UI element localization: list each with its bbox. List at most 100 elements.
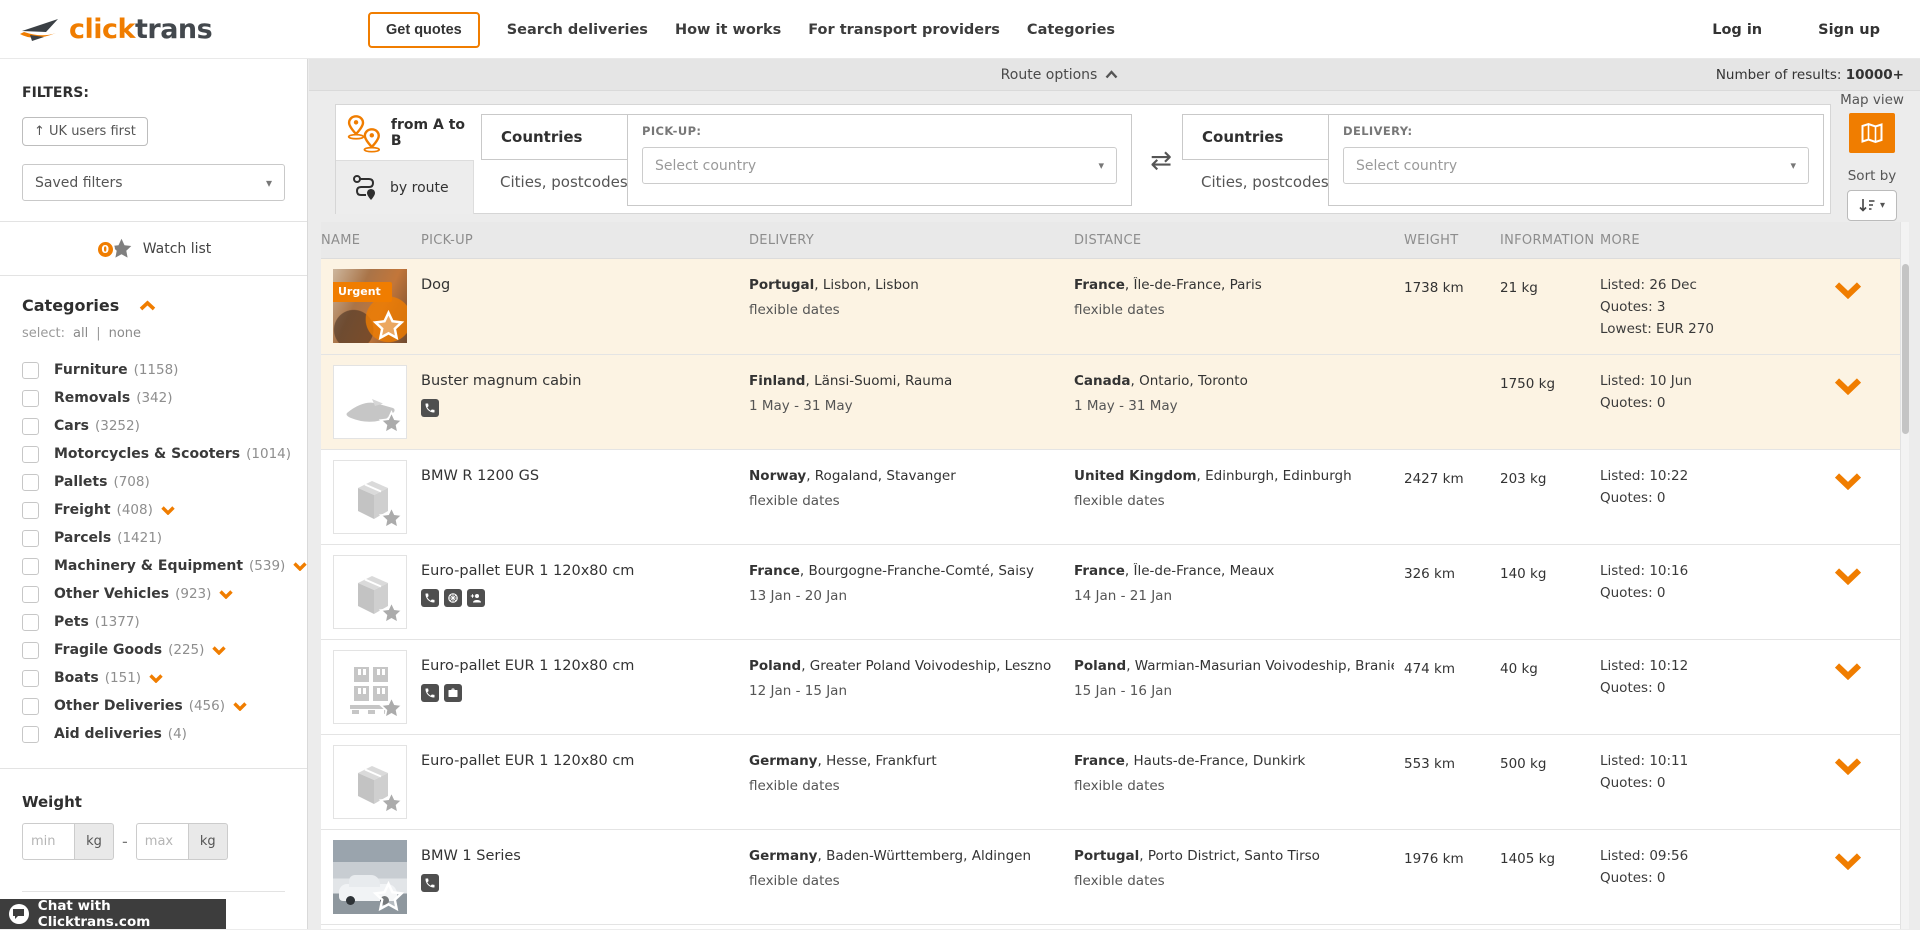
checkbox[interactable] xyxy=(22,390,39,407)
pickup-dates: 1 May - 31 May xyxy=(749,398,1064,414)
pickup-location: Finland, Länsi-Suomi, Rauma xyxy=(749,373,1064,389)
table-row[interactable]: Euro-pallet EUR 1 120x80 cmGermany, Hess… xyxy=(321,734,1900,829)
table-row[interactable]: Euro-pallet EUR 1 120x80 cmFrance, Bourg… xyxy=(321,544,1900,639)
checkbox[interactable] xyxy=(22,670,39,687)
select-all-link[interactable]: all xyxy=(73,326,88,341)
nav-how-it-works[interactable]: How it works xyxy=(675,22,781,38)
checkbox[interactable] xyxy=(22,418,39,435)
chevron-down-icon[interactable] xyxy=(233,702,247,711)
nav-get-quotes[interactable]: Get quotes xyxy=(368,12,480,48)
category-item[interactable]: Removals(342) xyxy=(22,384,285,412)
tab-countries-delivery[interactable]: Countries xyxy=(1182,114,1329,160)
expand-chevron-icon[interactable] xyxy=(1834,760,1862,779)
checkbox[interactable] xyxy=(22,530,39,547)
listing-thumbnail[interactable] xyxy=(333,460,407,534)
scrollbar-thumb[interactable] xyxy=(1902,264,1909,434)
category-item[interactable]: Fragile Goods(225) xyxy=(22,636,285,664)
expand-chevron-icon[interactable] xyxy=(1834,284,1862,303)
category-item[interactable]: Other Vehicles(923) xyxy=(22,580,285,608)
category-item[interactable]: Other Deliveries(456) xyxy=(22,692,285,720)
listing-thumbnail[interactable] xyxy=(333,365,407,439)
table-row[interactable]: UrgentDogPortugal, Lisbon, Lisbonflexibl… xyxy=(321,259,1900,354)
expand-chevron-icon[interactable] xyxy=(1834,380,1862,399)
pickup-location: Germany, Hesse, Frankfurt xyxy=(749,753,1064,769)
listing-thumbnail[interactable] xyxy=(333,650,407,724)
category-item[interactable]: Freight(408) xyxy=(22,496,285,524)
info-line: Listed: 09:56 xyxy=(1600,848,1810,864)
pickup-country-select[interactable]: Select country ▾ xyxy=(642,147,1117,184)
checkbox[interactable] xyxy=(22,558,39,575)
pickup-label: PICK-UP: xyxy=(642,124,1117,138)
checkbox[interactable] xyxy=(22,586,39,603)
login-link[interactable]: Log in xyxy=(1712,22,1762,38)
category-count: (708) xyxy=(113,474,149,490)
checkbox[interactable] xyxy=(22,726,39,743)
watch-list-button[interactable]: 0 Watch list xyxy=(0,222,307,275)
nav-categories[interactable]: Categories xyxy=(1027,22,1115,38)
category-item[interactable]: Pets(1377) xyxy=(22,608,285,636)
tab-countries-pickup[interactable]: Countries xyxy=(481,114,628,160)
saved-filters-label: Saved filters xyxy=(35,175,123,191)
select-none-link[interactable]: none xyxy=(109,326,141,341)
chevron-down-icon[interactable] xyxy=(161,506,175,515)
checkbox[interactable] xyxy=(22,502,39,519)
expand-chevron-icon[interactable] xyxy=(1834,855,1862,874)
chat-widget[interactable]: Chat with Clicktrans.com xyxy=(0,899,226,929)
category-item[interactable]: Aid deliveries(4) xyxy=(22,720,285,748)
table-row[interactable]: BMW 1 SeriesGermany, Baden-Württemberg, … xyxy=(321,829,1900,924)
table-row[interactable]: BMW R 1200 GSNorway, Rogaland, Stavanger… xyxy=(321,449,1900,544)
category-item[interactable]: Pallets(708) xyxy=(22,468,285,496)
saved-filters-select[interactable]: Saved filters ▾ xyxy=(22,164,285,201)
table-row[interactable]: Buster magnum cabinFinland, Länsi-Suomi,… xyxy=(321,354,1900,449)
urgent-badge: Urgent xyxy=(333,282,392,302)
logo[interactable]: clicktrans xyxy=(18,14,212,45)
listing-thumbnail[interactable]: Urgent xyxy=(333,269,407,343)
select-label: select: xyxy=(22,326,65,341)
chevron-down-icon[interactable] xyxy=(293,562,307,571)
tab-cities-postcodes-delivery[interactable]: Cities, postcodes xyxy=(1182,168,1329,196)
weight-min-input[interactable] xyxy=(22,823,74,860)
uk-users-first-button[interactable]: ↑ UK users first xyxy=(22,117,148,146)
listing-thumbnail[interactable] xyxy=(333,555,407,629)
map-view-button[interactable] xyxy=(1849,113,1895,153)
swap-directions-icon[interactable]: ⇄ xyxy=(1142,143,1180,179)
checkbox[interactable] xyxy=(22,474,39,491)
checkbox[interactable] xyxy=(22,362,39,379)
tab-from-a-to-b[interactable]: from A to B xyxy=(336,105,474,160)
main-content: Route options Number of results: 10000+ … xyxy=(309,59,1920,929)
delivery-country-select[interactable]: Select country ▾ xyxy=(1343,147,1809,184)
signup-link[interactable]: Sign up xyxy=(1818,22,1880,38)
table-row[interactable]: Euro-pallet EUR 1 120x80 cmPoland, Great… xyxy=(321,639,1900,734)
category-item[interactable]: Machinery & Equipment(539) xyxy=(22,552,285,580)
briefcase-icon xyxy=(444,684,462,702)
nav-search-deliveries[interactable]: Search deliveries xyxy=(507,22,648,38)
route-options-toggle[interactable]: Route options xyxy=(1001,67,1119,83)
listing-thumbnail[interactable] xyxy=(333,840,407,914)
checkbox[interactable] xyxy=(22,614,39,631)
chevron-up-icon[interactable] xyxy=(139,300,156,311)
expand-chevron-icon[interactable] xyxy=(1834,570,1862,589)
category-label: Motorcycles & Scooters xyxy=(54,446,240,462)
category-item[interactable]: Parcels(1421) xyxy=(22,524,285,552)
category-item[interactable]: Motorcycles & Scooters(1014) xyxy=(22,440,285,468)
tab-cities-postcodes-pickup[interactable]: Cities, postcodes xyxy=(481,168,628,196)
chevron-down-icon[interactable] xyxy=(219,590,233,599)
tab-by-route[interactable]: by route xyxy=(336,160,474,214)
checkbox[interactable] xyxy=(22,642,39,659)
chevron-down-icon[interactable] xyxy=(212,646,226,655)
listing-thumbnail[interactable] xyxy=(333,745,407,819)
category-item[interactable]: Boats(151) xyxy=(22,664,285,692)
expand-chevron-icon[interactable] xyxy=(1834,665,1862,684)
delivery-dates: flexible dates xyxy=(1074,778,1394,794)
listing-name: BMW 1 Series xyxy=(421,848,739,864)
nav-for-transport-providers[interactable]: For transport providers xyxy=(808,22,1000,38)
sort-button[interactable]: ▾ xyxy=(1847,190,1897,221)
weight-max-input[interactable] xyxy=(136,823,188,860)
checkbox[interactable] xyxy=(22,698,39,715)
scrollbar[interactable] xyxy=(1900,222,1909,929)
chevron-down-icon[interactable] xyxy=(149,674,163,683)
expand-chevron-icon[interactable] xyxy=(1834,475,1862,494)
category-item[interactable]: Furniture(1158) xyxy=(22,356,285,384)
category-item[interactable]: Cars(3252) xyxy=(22,412,285,440)
checkbox[interactable] xyxy=(22,446,39,463)
